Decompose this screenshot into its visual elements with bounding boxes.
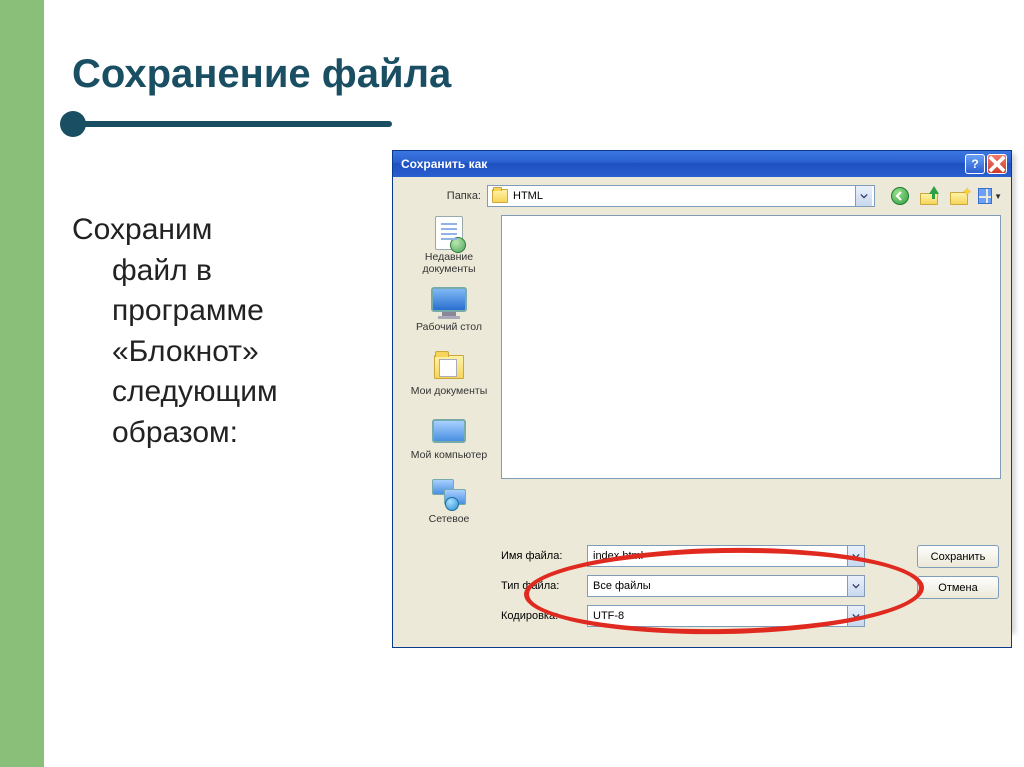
chevron-down-icon[interactable] [847, 606, 864, 626]
slide-body: Сохраним файл в программе «Блокнот» след… [72, 210, 372, 453]
chevron-down-icon[interactable] [847, 546, 864, 566]
filename-input[interactable]: index.html [587, 545, 865, 567]
filename-value: index.html [593, 550, 847, 562]
bottom-fields: Имя файла: index.html Тип файла: Все фай… [393, 539, 1011, 647]
places-desktop-label: Рабочий стол [416, 322, 482, 333]
filetype-select[interactable]: Все файлы [587, 575, 865, 597]
places-mycomputer-label: Мой компьютер [411, 450, 487, 461]
slide: Сохранение файла Сохраним файл в програм… [0, 0, 1024, 767]
views-icon: ▼ [978, 186, 1002, 206]
title-underline [72, 121, 952, 127]
filetype-row: Тип файла: Все файлы [403, 575, 1001, 597]
filename-label: Имя файла: [501, 550, 579, 562]
dialog-buttons: Сохранить Отмена [917, 545, 999, 599]
encoding-value: UTF-8 [593, 610, 847, 622]
encoding-select[interactable]: UTF-8 [587, 605, 865, 627]
desktop-icon [432, 287, 466, 319]
chevron-down-icon[interactable] [855, 186, 872, 206]
dialog-title: Сохранить как [397, 157, 963, 171]
titlebar[interactable]: Сохранить как ? [393, 151, 1011, 177]
save-button[interactable]: Сохранить [917, 545, 999, 568]
filetype-label: Тип файла: [501, 580, 579, 592]
back-button[interactable] [889, 185, 911, 207]
my-documents-icon [432, 351, 466, 383]
places-mycomputer[interactable]: Мой компьютер [403, 407, 495, 469]
folder-name: HTML [513, 190, 850, 202]
places-mydocs-label: Мои документы [411, 386, 488, 397]
places-mydocs[interactable]: Мои документы [403, 343, 495, 405]
folder-label: Папка: [403, 190, 481, 202]
body-rest: файл в программе «Блокнот» следующим обр… [72, 251, 372, 454]
recent-documents-icon [432, 217, 466, 249]
views-button[interactable]: ▼ [979, 185, 1001, 207]
filetype-value: Все файлы [593, 580, 847, 592]
save-as-dialog: Сохранить как ? Папка: HTML [392, 150, 1012, 648]
network-icon [432, 479, 466, 511]
places-network-label: Сетевое [429, 514, 470, 525]
help-button[interactable]: ? [965, 154, 985, 174]
title-block: Сохранение файла [72, 52, 972, 127]
folder-icon [492, 189, 508, 203]
folder-combo[interactable]: HTML [487, 185, 875, 207]
folder-up-icon [920, 187, 940, 205]
places-desktop[interactable]: Рабочий стол [403, 279, 495, 341]
new-folder-icon: ✦ [950, 187, 970, 205]
up-one-level-button[interactable] [919, 185, 941, 207]
file-list-pane[interactable] [501, 215, 1001, 479]
close-button[interactable] [987, 154, 1007, 174]
encoding-row: Кодировка: UTF-8 [403, 605, 1001, 627]
new-folder-button[interactable]: ✦ [949, 185, 971, 207]
places-bar: Недавние документы Рабочий стол Мои доку… [403, 215, 495, 533]
places-network[interactable]: Сетевое [403, 471, 495, 533]
slide-title: Сохранение файла [72, 52, 972, 97]
encoding-label: Кодировка: [501, 610, 579, 622]
folder-toolbar: Папка: HTML [393, 177, 1011, 213]
accent-band [0, 0, 44, 767]
title-bar [72, 121, 392, 127]
places-recent[interactable]: Недавние документы [403, 215, 495, 277]
my-computer-icon [432, 415, 466, 447]
chevron-down-icon[interactable] [847, 576, 864, 596]
dialog-body: Недавние документы Рабочий стол Мои доку… [393, 213, 1011, 539]
filename-row: Имя файла: index.html [403, 545, 1001, 567]
close-icon [988, 155, 1006, 173]
nav-icons: ✦ ▼ [881, 185, 1001, 207]
body-line1: Сохраним [72, 213, 212, 246]
cancel-button[interactable]: Отмена [917, 576, 999, 599]
places-recent-label: Недавние документы [403, 252, 495, 274]
back-icon [891, 187, 909, 205]
